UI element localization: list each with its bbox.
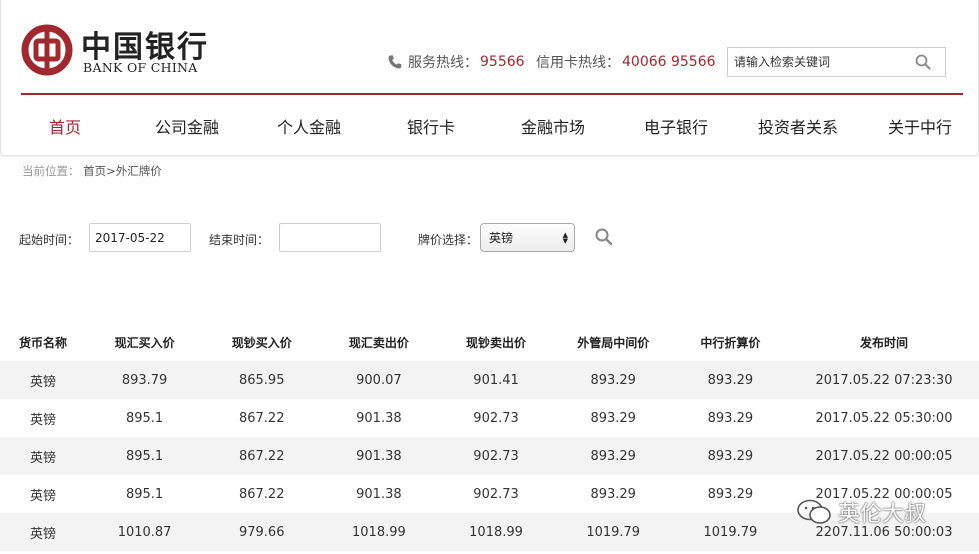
currency-select-value: 英镑 xyxy=(489,231,514,245)
column-header: 现汇卖出价 xyxy=(320,323,438,361)
table-cell: 893.29 xyxy=(671,361,789,399)
table-row: 英镑 895.1 867.22 901.38 902.73 893.29 893… xyxy=(0,437,979,475)
column-header: 外管局中间价 xyxy=(554,323,672,361)
nav-item-investor-relations[interactable]: 投资者关系 xyxy=(758,114,838,138)
nav-item-personal-banking[interactable]: 个人金融 xyxy=(277,114,341,138)
table-cell: 1018.99 xyxy=(437,513,555,551)
end-date-input[interactable] xyxy=(279,223,381,252)
nav-item-financial-markets[interactable]: 金融市场 xyxy=(521,114,585,138)
table-cell: 英镑 xyxy=(0,513,86,551)
table-cell: 867.22 xyxy=(203,475,321,513)
table-cell: 英镑 xyxy=(0,437,86,475)
table-cell: 1010.87 xyxy=(86,513,204,551)
wechat-icon xyxy=(797,499,831,524)
table-row: 英镑 893.79 865.95 900.07 901.41 893.29 89… xyxy=(0,361,979,399)
table-cell: 893.29 xyxy=(671,475,789,513)
table-cell: 1019.79 xyxy=(554,513,672,551)
nav-item-about-boc[interactable]: 关于中行 xyxy=(888,114,952,138)
end-date-label: 结束时间： xyxy=(209,233,270,247)
service-hotline: 服务热线： 95566 xyxy=(387,52,525,72)
card-hotline-number: 40066 95566 xyxy=(622,54,716,70)
column-header: 发布时间 xyxy=(789,323,979,361)
nav-item-corporate-banking[interactable]: 公司金融 xyxy=(155,114,219,138)
table-cell: 895.1 xyxy=(86,399,204,437)
table-cell: 893.29 xyxy=(554,475,672,513)
table-cell: 867.22 xyxy=(203,437,321,475)
start-date-label: 起始时间： xyxy=(19,233,80,247)
table-cell: 1019.79 xyxy=(671,513,789,551)
watermark-text: 英伦大叔 xyxy=(838,502,927,527)
card-hotline-label: 信用卡热线： xyxy=(536,55,620,71)
table-cell: 893.29 xyxy=(554,399,672,437)
table-cell: 901.41 xyxy=(437,361,555,399)
table-cell: 英镑 xyxy=(0,399,86,437)
column-header: 中行折算价 xyxy=(671,323,789,361)
site-search xyxy=(727,47,946,77)
breadcrumb: 当前位置： 首页>外汇牌价 xyxy=(22,163,162,179)
currency-select[interactable]: 英镑 ▲ ▼ xyxy=(480,223,575,252)
table-row: 英镑 895.1 867.22 901.38 902.73 893.29 893… xyxy=(0,399,979,437)
breadcrumb-path[interactable]: 首页>外汇牌价 xyxy=(83,164,162,178)
table-header-row: 货币名称 现汇买入价 现钞买入价 现汇卖出价 现钞卖出价 外管局中间价 中行折算… xyxy=(0,323,979,361)
table-cell: 901.38 xyxy=(320,399,438,437)
currency-select-label: 牌价选择： xyxy=(418,233,479,247)
table-cell: 2017.05.22 00:00:05 xyxy=(789,437,979,475)
main-nav: 首页 公司金融 个人金融 银行卡 金融市场 电子银行 投资者关系 关于中行 xyxy=(1,96,979,154)
table-cell: 1018.99 xyxy=(320,513,438,551)
breadcrumb-label: 当前位置： xyxy=(22,164,80,178)
table-cell: 893.29 xyxy=(554,437,672,475)
nav-item-e-banking[interactable]: 电子银行 xyxy=(644,114,708,138)
table-cell: 893.29 xyxy=(671,437,789,475)
table-cell: 979.66 xyxy=(203,513,321,551)
nav-item-bank-cards[interactable]: 银行卡 xyxy=(407,114,455,138)
table-cell: 893.29 xyxy=(671,399,789,437)
column-header: 现钞卖出价 xyxy=(437,323,555,361)
nav-item-home[interactable]: 首页 xyxy=(49,114,81,138)
table-cell: 2017.05.22 07:23:30 xyxy=(789,361,979,399)
start-date-input[interactable] xyxy=(89,223,191,252)
card-hotline: 信用卡热线： 40066 95566 xyxy=(536,52,716,72)
bank-logo[interactable]: 中国银行 BANK OF CHINA xyxy=(21,22,211,78)
service-hotline-label: 服务热线： xyxy=(408,55,478,71)
select-arrows-icon: ▲ ▼ xyxy=(562,231,568,245)
site-header: 中国银行 BANK OF CHINA 服务热线： 95566 信用卡热线： 40… xyxy=(0,0,979,156)
wechat-watermark: 英伦大叔 xyxy=(796,496,926,528)
table-cell: 895.1 xyxy=(86,475,204,513)
table-cell: 867.22 xyxy=(203,399,321,437)
table-cell: 901.38 xyxy=(320,437,438,475)
search-icon xyxy=(915,54,931,70)
table-cell: 893.29 xyxy=(554,361,672,399)
table-cell: 865.95 xyxy=(203,361,321,399)
table-cell: 893.79 xyxy=(86,361,204,399)
column-header: 现钞买入价 xyxy=(203,323,321,361)
search-button[interactable] xyxy=(908,48,938,76)
table-cell: 英镑 xyxy=(0,475,86,513)
table-cell: 895.1 xyxy=(86,437,204,475)
phone-icon xyxy=(388,55,402,69)
bank-of-china-emblem-icon xyxy=(21,24,73,76)
service-hotline-number: 95566 xyxy=(480,54,525,70)
column-header: 货币名称 xyxy=(0,323,86,361)
table-cell: 902.73 xyxy=(437,475,555,513)
header-divider xyxy=(21,93,963,95)
table-cell: 900.07 xyxy=(320,361,438,399)
table-cell: 2017.05.22 05:30:00 xyxy=(789,399,979,437)
table-cell: 902.73 xyxy=(437,437,555,475)
logo-english-name: BANK OF CHINA xyxy=(83,60,198,75)
column-header: 现汇买入价 xyxy=(86,323,204,361)
table-cell: 英镑 xyxy=(0,361,86,399)
table-cell: 901.38 xyxy=(320,475,438,513)
query-search-icon[interactable] xyxy=(594,227,614,247)
table-cell: 902.73 xyxy=(437,399,555,437)
search-input[interactable] xyxy=(728,49,908,75)
